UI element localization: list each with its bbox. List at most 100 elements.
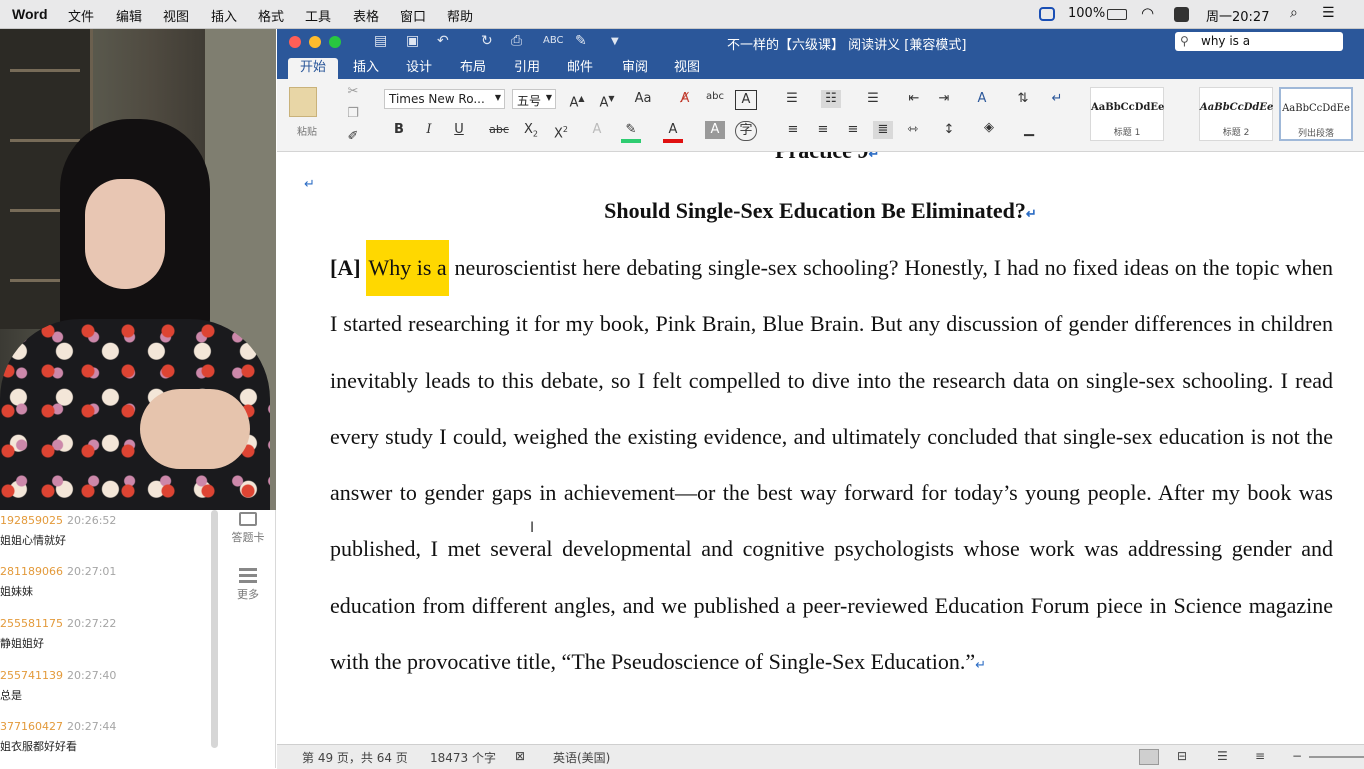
more-button[interactable]: 更多: [226, 568, 270, 602]
highlight-color-icon[interactable]: ✎: [621, 121, 641, 143]
chat-time: 20:27:40: [67, 669, 117, 682]
notification-center-icon[interactable]: ☰: [1322, 5, 1335, 21]
character-shading-icon[interactable]: A: [705, 121, 725, 139]
superscript-icon[interactable]: X2: [551, 121, 571, 141]
bullets-icon[interactable]: ☰: [782, 90, 802, 108]
clock[interactable]: 周一20:27: [1206, 6, 1269, 25]
print-layout-icon[interactable]: [1139, 749, 1159, 765]
decrease-indent-icon[interactable]: ⇤: [904, 90, 924, 108]
tab-mailings[interactable]: 邮件: [555, 58, 605, 79]
page-count[interactable]: 第 49 页，共 64 页: [302, 749, 408, 766]
tab-design[interactable]: 设计: [394, 58, 444, 79]
change-case-icon[interactable]: Aa: [633, 90, 653, 108]
distributed-icon[interactable]: ⇿: [903, 121, 923, 139]
numbering-icon[interactable]: ☷: [821, 90, 841, 108]
line-spacing-icon[interactable]: ↕: [939, 121, 959, 139]
menu-format[interactable]: 格式: [258, 6, 284, 25]
phonetic-guide-icon[interactable]: abc: [705, 88, 725, 106]
menu-tools[interactable]: 工具: [305, 6, 331, 25]
tab-references[interactable]: 引用: [502, 58, 552, 79]
shrink-font-icon[interactable]: A▼: [597, 90, 617, 110]
borders-icon[interactable]: ▁: [1019, 121, 1039, 139]
menu-help[interactable]: 帮助: [447, 6, 473, 25]
grow-font-icon[interactable]: A▲: [567, 90, 587, 110]
document-title: 不一样的【六级课】 阅读讲义 [兼容模式]: [727, 38, 967, 53]
input-method-icon[interactable]: [1174, 7, 1189, 22]
format-painter-icon[interactable]: ✐: [343, 128, 363, 146]
word-count[interactable]: 18473 个字: [430, 749, 496, 766]
style-heading-2[interactable]: AaBbCcDdEe 标题 2: [1199, 87, 1273, 141]
show-marks-icon[interactable]: ↵: [1047, 90, 1067, 108]
menu-edit[interactable]: 编辑: [116, 6, 142, 25]
document-page[interactable]: Practice 9↵ ↵ Should Single-Sex Educatio…: [277, 152, 1364, 744]
zoom-slider[interactable]: [1309, 756, 1364, 758]
subscript-icon[interactable]: X2: [521, 121, 541, 139]
answer-card-button[interactable]: 答题卡: [226, 512, 270, 545]
style-list-paragraph[interactable]: AaBbCcDdEe 列出段落: [1279, 87, 1353, 141]
font-size-combo[interactable]: 五号 ▼: [512, 89, 556, 109]
outline-view-icon[interactable]: ☰: [1217, 749, 1228, 763]
multilevel-list-icon[interactable]: ☰: [863, 90, 883, 108]
font-name-combo[interactable]: Times New Ro... ▼: [384, 89, 505, 109]
character-border-icon[interactable]: A: [735, 90, 757, 110]
tab-home[interactable]: 开始: [288, 58, 339, 79]
save-icon[interactable]: ▣: [406, 33, 419, 49]
strikethrough-icon[interactable]: abc: [489, 121, 509, 139]
spotlight-search-icon[interactable]: ⌕: [1290, 5, 1298, 21]
menu-insert[interactable]: 插入: [211, 6, 237, 25]
tab-review[interactable]: 审阅: [610, 58, 660, 79]
zoom-window-button[interactable]: [329, 36, 341, 48]
redo-icon[interactable]: ↻: [481, 33, 493, 49]
zoom-out-icon[interactable]: −: [1292, 749, 1302, 763]
bold-icon[interactable]: B: [389, 121, 409, 139]
app-menu-word[interactable]: Word: [12, 6, 48, 22]
align-left-icon[interactable]: ≡: [783, 121, 803, 139]
web-layout-icon[interactable]: ⊟: [1177, 749, 1187, 763]
draft-view-icon[interactable]: ≡: [1255, 749, 1265, 763]
chat-scrollbar[interactable]: [211, 510, 218, 748]
menu-table[interactable]: 表格: [353, 6, 379, 25]
customize-icon[interactable]: ✎: [575, 33, 587, 49]
menu-view[interactable]: 视图: [163, 6, 189, 25]
paste-icon[interactable]: [289, 87, 317, 117]
status-bar: 第 49 页，共 64 页 18473 个字 ⊠ 英语(美国) ⊟ ☰ ≡ −: [277, 744, 1364, 769]
menu-window[interactable]: 窗口: [400, 6, 426, 25]
enclose-characters-icon[interactable]: 字: [735, 121, 757, 141]
search-highlight: Why is a: [366, 240, 449, 296]
text-effects-icon[interactable]: A: [587, 121, 607, 139]
style-heading-1[interactable]: AaBbCcDdEe 标题 1: [1090, 87, 1164, 141]
style-name: 列出段落: [1297, 129, 1334, 139]
sort-icon[interactable]: ⇅: [1013, 90, 1033, 108]
minimize-window-button[interactable]: [309, 36, 321, 48]
font-color-icon[interactable]: A: [663, 121, 683, 143]
language[interactable]: 英语(美国): [553, 749, 610, 766]
asian-layout-icon[interactable]: A: [972, 90, 992, 108]
shading-icon[interactable]: ◈: [979, 119, 999, 137]
proofing-icon[interactable]: ⊠: [515, 749, 525, 763]
wifi-icon[interactable]: ◠: [1141, 4, 1154, 22]
increase-indent-icon[interactable]: ⇥: [934, 90, 954, 108]
clear-formatting-icon[interactable]: A̸: [675, 90, 695, 108]
copy-icon[interactable]: ❐: [343, 105, 363, 123]
menu-file[interactable]: 文件: [68, 6, 94, 25]
tab-layout[interactable]: 布局: [448, 58, 498, 79]
align-center-icon[interactable]: ≡: [813, 121, 833, 139]
screen-record-icon[interactable]: [1039, 7, 1055, 21]
spelling-icon[interactable]: ABC: [543, 35, 564, 46]
sidebar-toggle-icon[interactable]: ▤: [374, 33, 387, 49]
undo-icon[interactable]: ↶: [437, 33, 449, 49]
search-field[interactable]: ⚲ why is a: [1175, 32, 1343, 51]
underline-icon[interactable]: U: [449, 121, 469, 139]
quick-access-more-icon[interactable]: ▼: [611, 36, 619, 47]
print-icon[interactable]: ⎙: [511, 33, 522, 49]
tab-view[interactable]: 视图: [662, 58, 712, 79]
cut-icon[interactable]: ✂: [343, 83, 363, 101]
justify-icon[interactable]: ≣: [873, 121, 893, 139]
align-right-icon[interactable]: ≡: [843, 121, 863, 139]
answer-card-icon: [239, 512, 257, 526]
tab-insert[interactable]: 插入: [341, 58, 391, 79]
italic-icon[interactable]: I: [419, 121, 439, 139]
battery-icon[interactable]: [1107, 9, 1127, 20]
close-window-button[interactable]: [289, 36, 301, 48]
font-name-value: Times New Ro...: [389, 92, 485, 106]
